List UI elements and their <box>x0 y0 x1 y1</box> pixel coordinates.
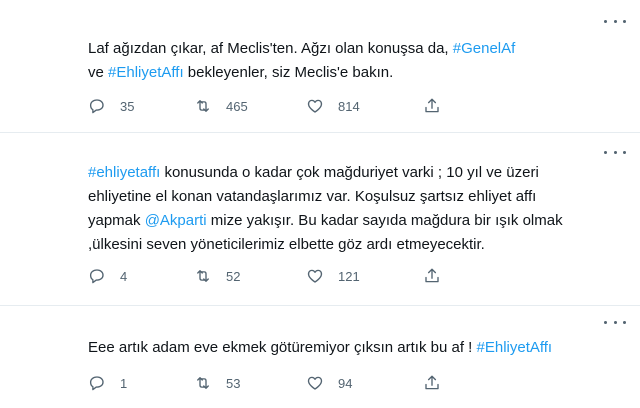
share-button[interactable] <box>423 95 441 117</box>
reply-icon <box>89 269 104 284</box>
more-dots-icon <box>604 150 607 154</box>
more-options-button[interactable] <box>604 14 626 28</box>
share-icon <box>425 268 439 283</box>
tweet-actions: 4 52 121 <box>88 265 558 287</box>
share-button[interactable] <box>423 265 441 287</box>
text-segment: bekleyenler, siz Meclis'e bakın. <box>183 64 394 81</box>
text-segment: Eee artık adam eve ekmek götüremiyor çık… <box>88 339 477 356</box>
heart-icon <box>307 99 323 113</box>
like-button[interactable]: 814 <box>306 95 360 117</box>
tweet-1[interactable]: Laf ağızdan çıkar, af Meclis'ten. Ağzı o… <box>0 0 640 132</box>
more-options-button[interactable] <box>604 145 626 159</box>
heart-icon <box>307 376 323 390</box>
share-button[interactable] <box>423 372 441 394</box>
share-icon <box>425 98 439 113</box>
hashtag-link[interactable]: #EhliyetAffı <box>108 64 184 81</box>
reply-count: 4 <box>120 268 128 284</box>
more-dots-icon <box>604 320 607 324</box>
retweet-icon <box>197 377 209 389</box>
hashtag-link[interactable]: #ehliyetaffı <box>88 164 160 181</box>
heart-icon <box>307 269 323 283</box>
reply-button[interactable]: 35 <box>88 95 134 117</box>
like-button[interactable]: 94 <box>306 372 352 394</box>
mention-link[interactable]: @Akparti <box>145 212 207 229</box>
like-count: 121 <box>338 268 360 284</box>
tweet-actions: 35 465 814 <box>88 95 558 117</box>
tweet-3[interactable]: Eee artık adam eve ekmek götüremiyor çık… <box>0 306 640 408</box>
hashtag-link[interactable]: #EhliyetAffı <box>477 339 553 356</box>
tweet-text: #ehliyetaffı konusunda o kadar çok mağdu… <box>88 161 570 257</box>
text-segment: Laf ağızdan çıkar, af Meclis'ten. Ağzı o… <box>88 40 453 57</box>
retweet-count: 53 <box>226 375 241 391</box>
like-count: 94 <box>338 375 353 391</box>
retweet-button[interactable]: 465 <box>194 95 248 117</box>
tweet-text: Laf ağızdan çıkar, af Meclis'ten. Ağzı o… <box>88 37 528 85</box>
retweet-icon <box>197 270 209 282</box>
text-segment: ve <box>88 64 109 81</box>
like-button[interactable]: 121 <box>306 265 360 287</box>
tweet-text: Eee artık adam eve ekmek götüremiyor çık… <box>88 336 628 360</box>
reply-count: 35 <box>120 98 135 114</box>
retweet-button[interactable]: 53 <box>194 372 240 394</box>
like-count: 814 <box>338 98 360 114</box>
more-options-button[interactable] <box>604 315 626 329</box>
retweet-button[interactable]: 52 <box>194 265 240 287</box>
share-icon <box>425 375 439 390</box>
retweet-count: 52 <box>226 268 241 284</box>
hashtag-link[interactable]: #GenelAf <box>453 40 516 57</box>
tweet-actions: 1 53 94 <box>88 372 558 394</box>
reply-button[interactable]: 4 <box>88 265 127 287</box>
retweet-count: 465 <box>226 98 248 114</box>
retweet-icon <box>197 100 209 112</box>
reply-icon <box>89 99 104 114</box>
reply-icon <box>89 376 104 391</box>
tweet-2[interactable]: #ehliyetaffı konusunda o kadar çok mağdu… <box>0 133 640 305</box>
reply-button[interactable]: 1 <box>88 372 127 394</box>
more-dots-icon <box>604 19 607 23</box>
reply-count: 1 <box>120 375 128 391</box>
